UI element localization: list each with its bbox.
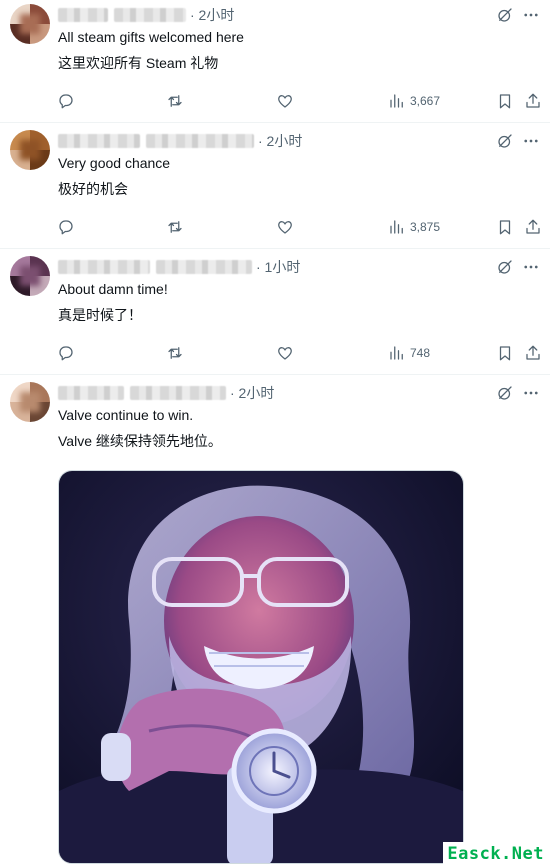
tweet-text: Valve continue to win.: [58, 407, 194, 423]
more-icon[interactable]: [522, 258, 540, 276]
avatar[interactable]: [10, 256, 50, 296]
views-count: 3,875: [410, 220, 441, 234]
tweet-text: Very good chance: [58, 155, 171, 171]
avatar[interactable]: [10, 4, 50, 44]
views-button[interactable]: 748: [388, 343, 430, 363]
retweet-button[interactable]: [166, 343, 184, 363]
views-button[interactable]: 3,667: [388, 91, 440, 111]
action-bar: 3,667: [0, 91, 550, 111]
tweet-translation: 真是时候了！: [58, 307, 142, 323]
like-button[interactable]: [276, 91, 294, 111]
author-name-redacted[interactable]: [58, 8, 108, 22]
avatar[interactable]: [10, 382, 50, 422]
tweet-image[interactable]: [58, 470, 464, 864]
tweet-1[interactable]: · 2小时 All steam gifts welcomed here 这里欢迎…: [0, 0, 550, 126]
bookmark-button[interactable]: [496, 217, 514, 237]
like-icon: [278, 221, 292, 234]
divider: [0, 374, 550, 375]
share-icon: [526, 345, 540, 360]
views-icon: [390, 346, 403, 360]
grok-icon[interactable]: [496, 258, 514, 276]
author-row[interactable]: · 2小时: [58, 384, 274, 402]
author-handle-redacted[interactable]: [156, 260, 252, 274]
grok-icon[interactable]: [496, 6, 514, 24]
action-bar: 3,875: [0, 217, 550, 237]
divider: [0, 248, 550, 249]
author-handle-redacted[interactable]: [130, 386, 226, 400]
views-icon: [390, 220, 403, 234]
more-icon[interactable]: [522, 384, 540, 402]
retweet-icon: [168, 347, 182, 359]
avatar[interactable]: [10, 130, 50, 170]
more-icon[interactable]: [522, 6, 540, 24]
reply-icon: [59, 346, 73, 361]
bookmark-button[interactable]: [496, 91, 514, 111]
retweet-button[interactable]: [166, 217, 184, 237]
like-icon: [278, 347, 292, 360]
share-button[interactable]: [524, 217, 542, 237]
timestamp[interactable]: · 2小时: [258, 131, 302, 151]
views-icon: [390, 94, 403, 108]
reply-icon: [59, 220, 73, 235]
author-row[interactable]: · 1小时: [58, 258, 300, 276]
views-button[interactable]: 3,875: [388, 217, 440, 237]
share-button[interactable]: [524, 343, 542, 363]
tweet-text: All steam gifts welcomed here: [58, 29, 244, 45]
bookmark-icon: [499, 94, 511, 109]
author-name-redacted[interactable]: [58, 386, 124, 400]
grok-icon[interactable]: [496, 384, 514, 402]
views-count: 748: [410, 346, 431, 360]
like-icon: [278, 95, 292, 108]
watermark: Easck.Net: [443, 842, 548, 866]
reply-icon: [59, 94, 73, 109]
action-bar: 748: [0, 343, 550, 363]
photo-illustration: [59, 471, 463, 863]
reply-button[interactable]: [57, 343, 75, 363]
reply-button[interactable]: [57, 217, 75, 237]
bookmark-icon: [499, 346, 511, 361]
author-row[interactable]: · 2小时: [58, 132, 302, 150]
like-button[interactable]: [276, 343, 294, 363]
share-icon: [526, 219, 540, 234]
divider: [0, 122, 550, 123]
more-icon[interactable]: [522, 132, 540, 150]
share-button[interactable]: [524, 91, 542, 111]
timestamp[interactable]: · 2小时: [190, 5, 234, 25]
tweet-2[interactable]: · 2小时 Very good chance 极好的机会 3,875: [0, 126, 550, 248]
like-button[interactable]: [276, 217, 294, 237]
author-name-redacted[interactable]: [58, 260, 150, 274]
bookmark-icon: [499, 220, 511, 235]
reply-button[interactable]: [57, 91, 75, 111]
grok-icon[interactable]: [496, 132, 514, 150]
tweet-3[interactable]: · 1小时 About damn time! 真是时候了！ 748: [0, 252, 550, 374]
retweet-icon: [168, 221, 182, 233]
tweet-translation: 极好的机会: [58, 181, 128, 197]
tweet-text: About damn time!: [58, 281, 168, 297]
author-row[interactable]: · 2小时: [58, 6, 234, 24]
retweet-button[interactable]: [166, 91, 184, 111]
timestamp[interactable]: · 2小时: [230, 383, 274, 403]
tweet-translation: Valve 继续保持领先地位。: [58, 433, 222, 449]
author-handle-redacted[interactable]: [114, 8, 186, 22]
author-name-redacted[interactable]: [58, 134, 140, 148]
retweet-icon: [168, 95, 182, 107]
tweet-translation: 这里欢迎所有 Steam 礼物: [58, 55, 219, 71]
views-count: 3,667: [410, 94, 441, 108]
share-icon: [526, 93, 540, 108]
bookmark-button[interactable]: [496, 343, 514, 363]
timestamp[interactable]: · 1小时: [256, 257, 300, 277]
author-handle-redacted[interactable]: [146, 134, 254, 148]
